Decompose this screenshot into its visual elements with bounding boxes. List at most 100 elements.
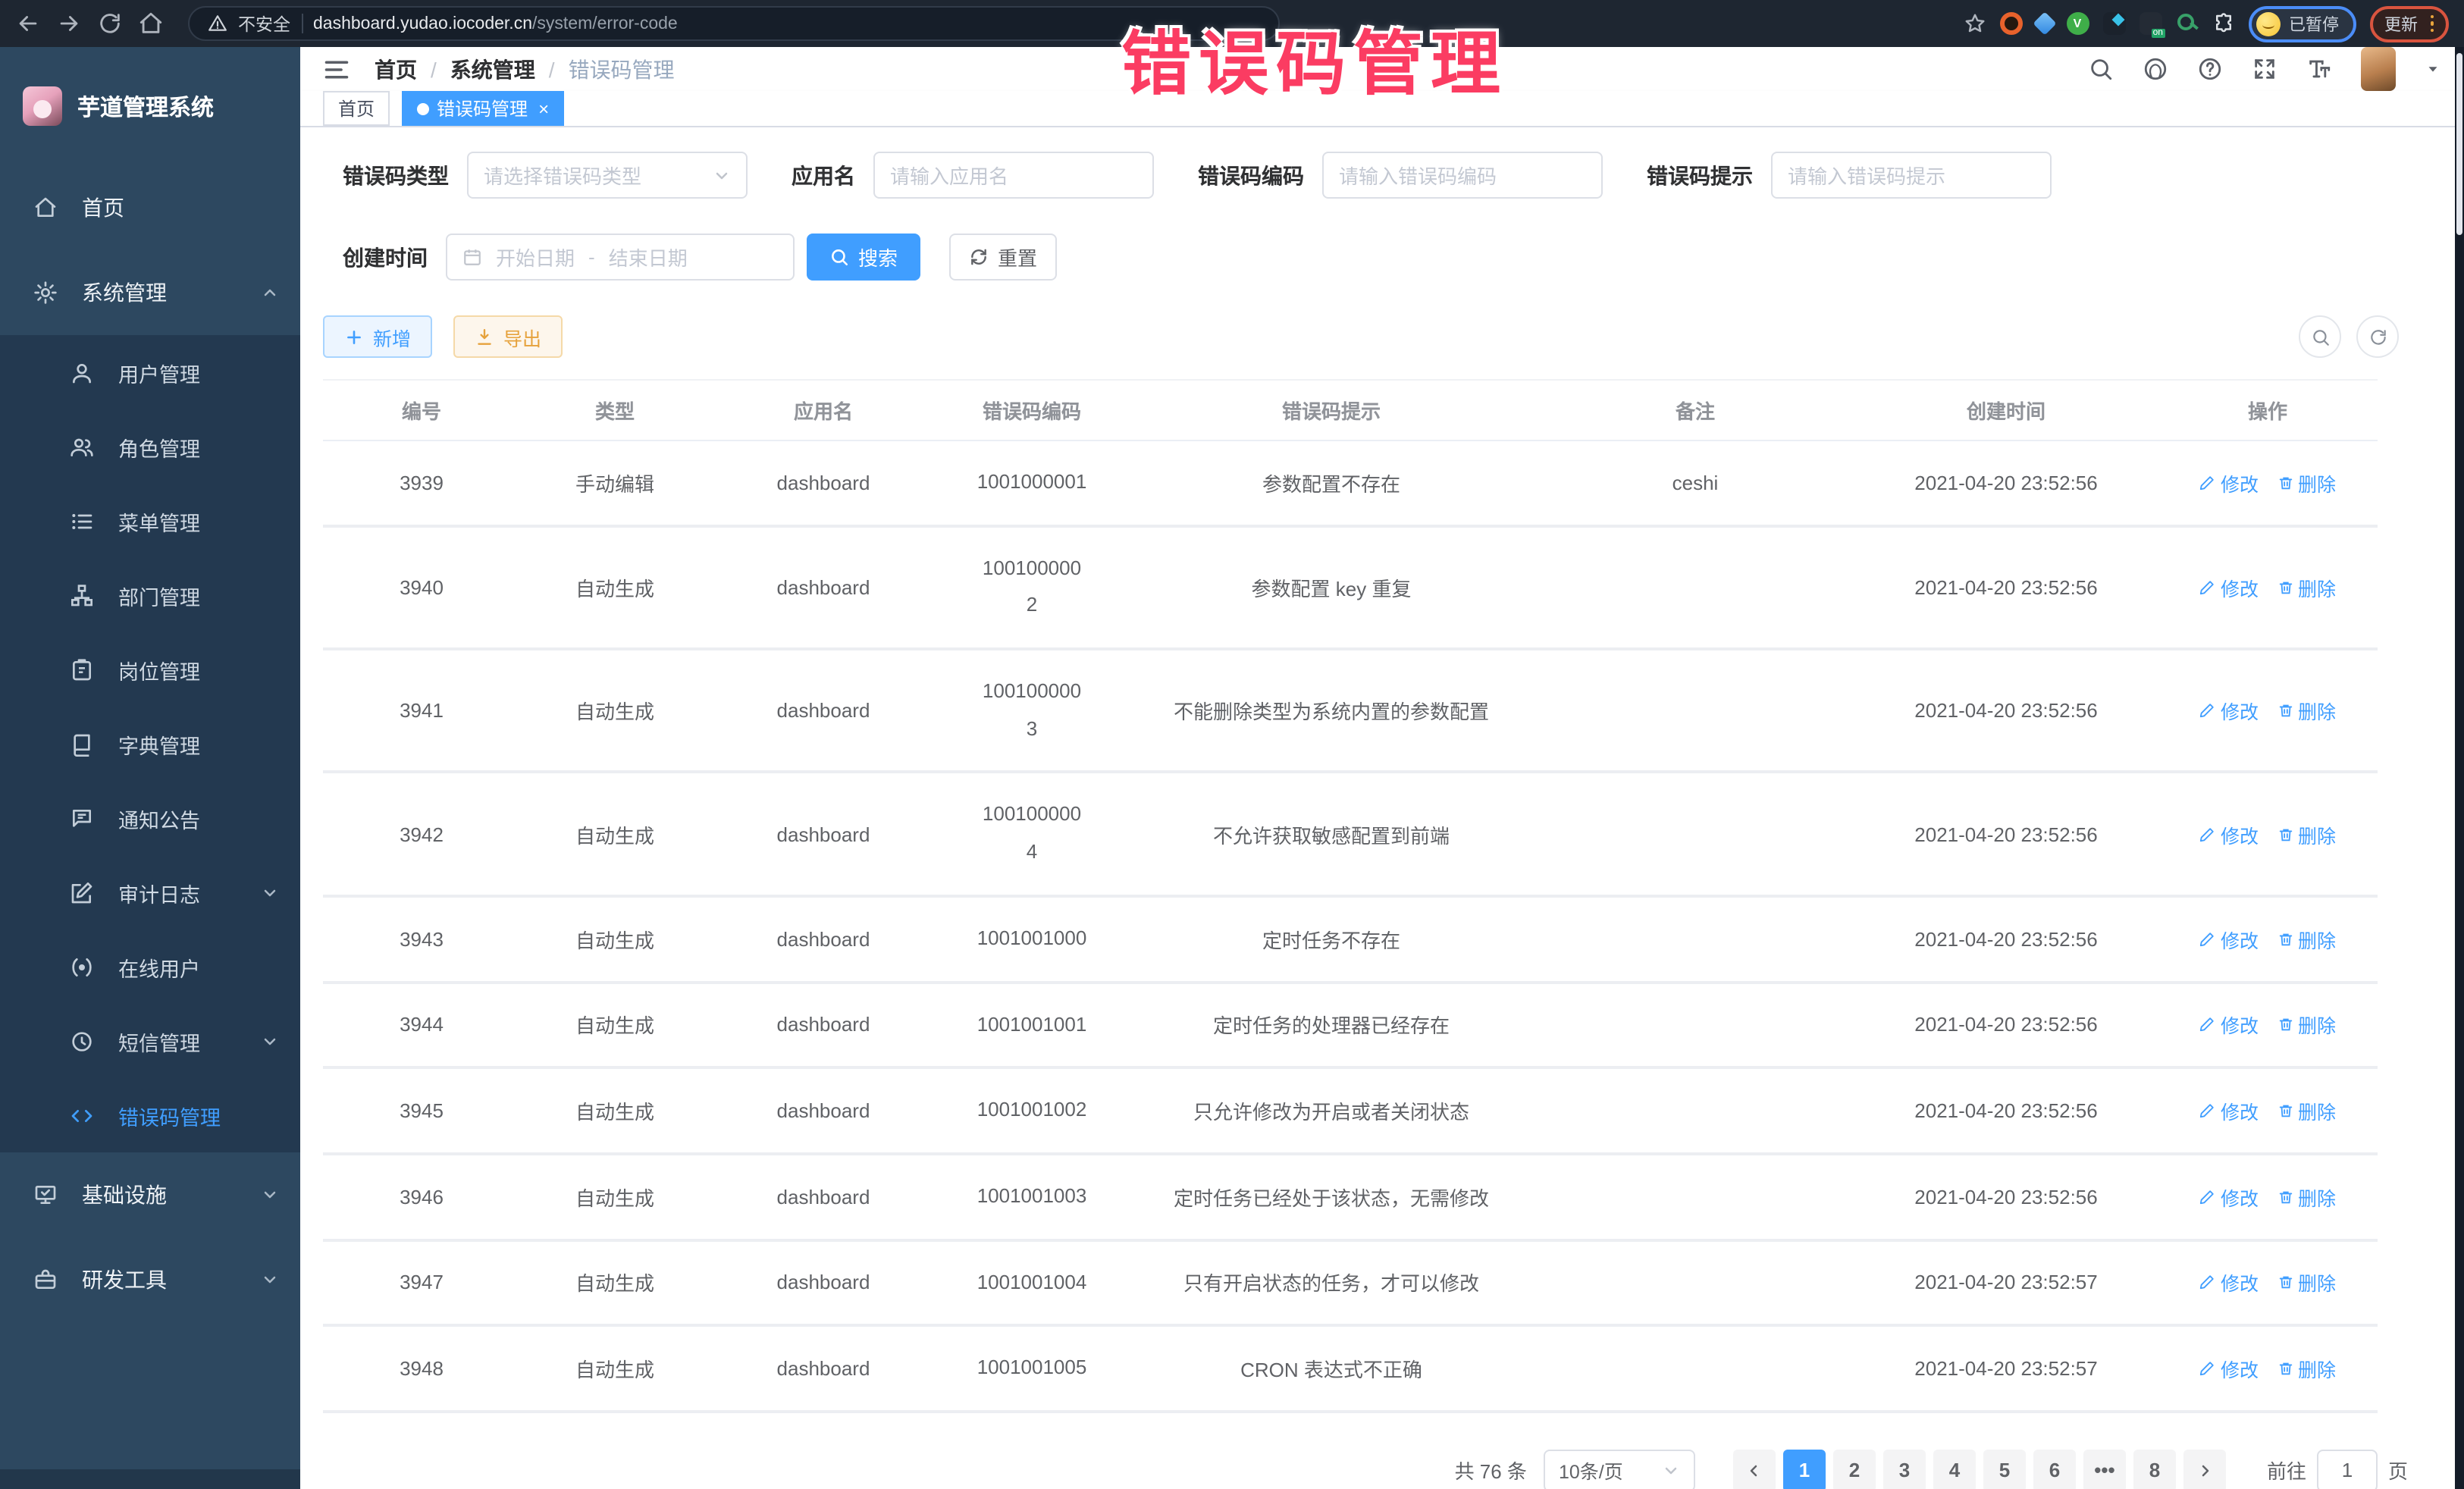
page-button-3[interactable]: 3 <box>1883 1450 1926 1489</box>
sidebar-item-system-management[interactable]: 系统管理 <box>0 250 300 335</box>
error-code-input[interactable]: 请输入错误码编码 <box>1322 152 1603 199</box>
edit-link[interactable]: 修改 <box>2199 697 2259 726</box>
browser-reload-icon[interactable] <box>97 11 123 36</box>
edit-link[interactable]: 修改 <box>2199 1096 2259 1125</box>
delete-link[interactable]: 删除 <box>2277 1182 2336 1211</box>
fullscreen-icon[interactable] <box>2252 56 2277 82</box>
extension-key-icon[interactable] <box>2175 12 2198 35</box>
edit-link[interactable]: 修改 <box>2199 924 2259 953</box>
tab-close-icon[interactable]: × <box>538 99 549 118</box>
page-size-select[interactable]: 10条/页 <box>1544 1450 1695 1489</box>
browser-menu-icon[interactable] <box>2430 15 2434 33</box>
sidebar-item-menu-management[interactable]: 菜单管理 <box>0 484 300 558</box>
sidebar-item-notice[interactable]: 通知公告 <box>0 781 300 855</box>
sidebar-item-dev-tools[interactable]: 研发工具 <box>0 1237 300 1322</box>
bookmark-star-icon[interactable] <box>1963 12 1986 35</box>
prev-page-button[interactable] <box>1733 1450 1776 1489</box>
edit-link[interactable]: 修改 <box>2199 1011 2259 1039</box>
url-divider <box>301 14 303 33</box>
extension-orange-icon[interactable] <box>1999 12 2022 35</box>
search-button[interactable]: 搜索 <box>807 234 920 281</box>
extension-vue-icon[interactable]: V <box>2066 12 2089 35</box>
breadcrumb-system[interactable]: 系统管理 <box>450 54 535 84</box>
browser-forward-icon[interactable] <box>56 11 82 36</box>
edit-link[interactable]: 修改 <box>2199 1182 2259 1211</box>
hamburger-icon[interactable] <box>323 55 350 83</box>
delete-link[interactable]: 删除 <box>2277 1268 2336 1297</box>
profile-paused-chip[interactable]: 已暂停 <box>2248 5 2356 42</box>
edit-link[interactable]: 修改 <box>2199 469 2259 497</box>
edit-link[interactable]: 修改 <box>2199 573 2259 602</box>
edit-link[interactable]: 修改 <box>2199 1268 2259 1297</box>
breadcrumb-home[interactable]: 首页 <box>375 54 417 84</box>
font-size-icon[interactable] <box>2306 56 2332 82</box>
sms-clock-icon <box>70 1029 94 1053</box>
col-id: 编号 <box>323 380 520 440</box>
calendar-icon <box>462 247 482 267</box>
refresh-table-button[interactable] <box>2356 315 2399 358</box>
next-page-button[interactable] <box>2183 1450 2226 1489</box>
sidebar-item-sms-management[interactable]: 短信管理 <box>0 1004 300 1078</box>
delete-link[interactable]: 删除 <box>2277 924 2336 953</box>
tab-home[interactable]: 首页 <box>323 91 390 126</box>
delete-link[interactable]: 删除 <box>2277 697 2336 726</box>
avatar-caret-down-icon[interactable] <box>2425 61 2441 77</box>
sidebar-collapse-bar[interactable] <box>0 1469 300 1489</box>
browser-home-icon[interactable] <box>138 11 164 36</box>
col-code: 错误码编码 <box>937 380 1127 440</box>
sidebar-item-dept-management[interactable]: 部门管理 <box>0 558 300 632</box>
table-row: 3948自动生成dashboard1001001005CRON 表达式不正确20… <box>323 1326 2378 1412</box>
sidebar-item-infrastructure[interactable]: 基础设施 <box>0 1152 300 1237</box>
page-button-8[interactable]: 8 <box>2133 1450 2176 1489</box>
sidebar-item-role-management[interactable]: 角色管理 <box>0 409 300 484</box>
export-button[interactable]: 导出 <box>453 315 563 358</box>
toggle-search-button[interactable] <box>2299 315 2341 358</box>
extension-on-badge-icon[interactable] <box>2139 12 2161 35</box>
extension-grid-icon[interactable] <box>2102 12 2125 35</box>
table-row: 3941自动生成dashboard100100000 3不能删除类型为系统内置的… <box>323 649 2378 773</box>
delete-link[interactable]: 删除 <box>2277 1354 2336 1383</box>
page-button-5[interactable]: 5 <box>1983 1450 2026 1489</box>
delete-link[interactable]: 删除 <box>2277 573 2336 602</box>
app-name-input[interactable]: 请输入应用名 <box>873 152 1154 199</box>
page-button-4[interactable]: 4 <box>1933 1450 1976 1489</box>
browser-back-icon[interactable] <box>15 11 41 36</box>
delete-link[interactable]: 删除 <box>2277 1011 2336 1039</box>
error-tip-input[interactable]: 请输入错误码提示 <box>1771 152 2052 199</box>
page-button-2[interactable]: 2 <box>1833 1450 1876 1489</box>
edit-link[interactable]: 修改 <box>2199 820 2259 848</box>
github-icon[interactable] <box>2143 56 2168 82</box>
edit-link[interactable]: 修改 <box>2199 1354 2259 1383</box>
delete-link[interactable]: 删除 <box>2277 820 2336 848</box>
add-button[interactable]: 新增 <box>323 315 432 358</box>
sidebar-item-error-code[interactable]: 错误码管理 <box>0 1078 300 1152</box>
extensions-puzzle-icon[interactable] <box>2212 12 2234 35</box>
sidebar-item-user-management[interactable]: 用户管理 <box>0 335 300 409</box>
sidebar-item-post-management[interactable]: 岗位管理 <box>0 632 300 707</box>
sidebar-item-home[interactable]: 首页 <box>0 165 300 250</box>
tab-error-code[interactable]: 错误码管理 × <box>402 91 564 126</box>
delete-link[interactable]: 删除 <box>2277 469 2336 497</box>
error-type-select[interactable]: 请选择错误码类型 <box>467 152 748 199</box>
delete-link[interactable]: 删除 <box>2277 1096 2336 1125</box>
goto-page-input[interactable]: 1 <box>2317 1450 2378 1489</box>
extension-gem-icon[interactable] <box>2032 11 2055 35</box>
filter-error-type: 错误码类型 请选择错误码类型 <box>343 152 748 199</box>
sidebar-item-audit-log[interactable]: 审计日志 <box>0 855 300 929</box>
app-logo[interactable]: 芋道管理系统 <box>0 47 300 165</box>
sidebar-item-online-users[interactable]: 在线用户 <box>0 929 300 1004</box>
scrollbar-thumb[interactable] <box>2456 53 2462 235</box>
date-range-picker[interactable]: 开始日期 - 结束日期 <box>446 234 795 281</box>
browser-update-chip[interactable]: 更新 <box>2369 5 2449 42</box>
page-button-6[interactable]: 6 <box>2033 1450 2076 1489</box>
user-avatar[interactable] <box>2361 47 2396 91</box>
page-ellipsis[interactable]: ••• <box>2083 1450 2126 1489</box>
reset-button[interactable]: 重置 <box>949 234 1057 281</box>
sidebar-item-dict-management[interactable]: 字典管理 <box>0 707 300 781</box>
chevron-down-icon <box>261 883 279 901</box>
address-bar[interactable]: 不安全 dashboard.yudao.iocoder.cn/system/er… <box>188 6 1280 41</box>
header-search-icon[interactable] <box>2088 56 2114 82</box>
page-button-1[interactable]: 1 <box>1783 1450 1826 1489</box>
help-question-icon[interactable] <box>2197 56 2223 82</box>
scrollbar[interactable] <box>2455 47 2464 1489</box>
